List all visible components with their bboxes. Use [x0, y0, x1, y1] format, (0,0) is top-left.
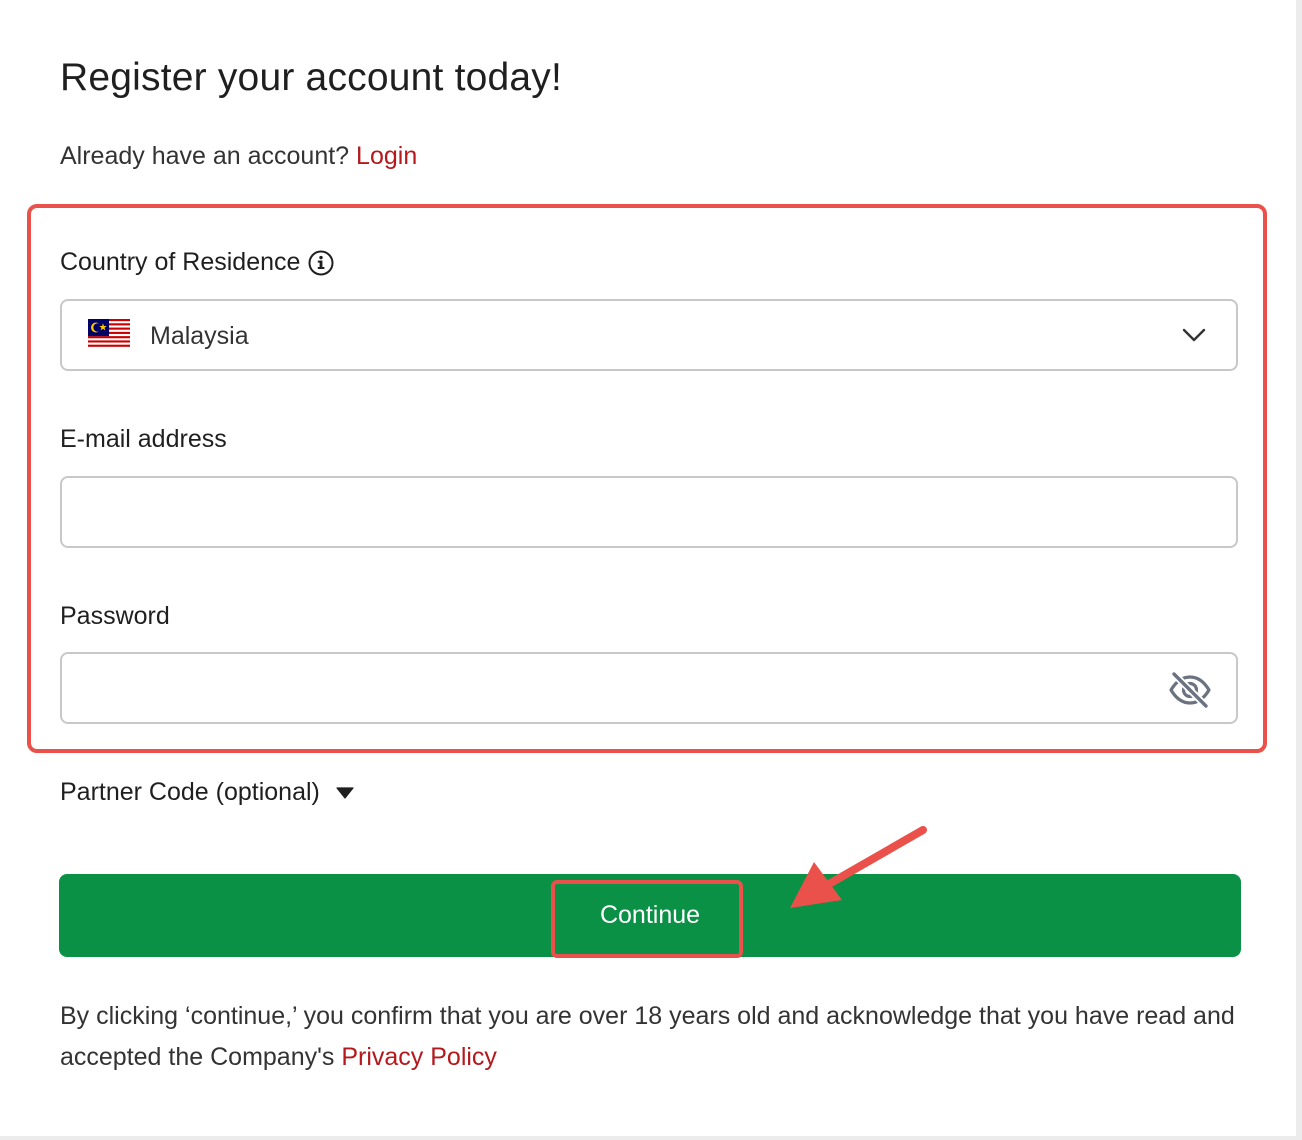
- registration-page: Register your account today! Already hav…: [0, 0, 1296, 1136]
- page-title: Register your account today!: [60, 56, 563, 99]
- disclaimer-text: By clicking ‘continue,’ you confirm that…: [60, 1002, 1235, 1071]
- country-select[interactable]: Malaysia: [60, 299, 1238, 371]
- privacy-policy-link[interactable]: Privacy Policy: [341, 1043, 497, 1071]
- info-icon[interactable]: [308, 250, 334, 276]
- continue-button-label: Continue: [599, 901, 701, 929]
- country-label-text: Country of Residence: [60, 248, 301, 276]
- login-link[interactable]: Login: [356, 142, 417, 170]
- eye-slash-icon[interactable]: [1168, 670, 1212, 710]
- email-label: E-mail address: [60, 425, 227, 453]
- email-field[interactable]: [62, 478, 1236, 546]
- password-field[interactable]: [62, 654, 1236, 722]
- partner-code-label: Partner Code (optional): [60, 778, 320, 806]
- chevron-down-icon: [1182, 328, 1206, 342]
- password-label: Password: [60, 602, 170, 630]
- country-label: Country of Residence: [60, 248, 334, 277]
- email-field-container: [60, 476, 1238, 548]
- caret-down-icon: [336, 786, 354, 799]
- continue-button[interactable]: Continue: [59, 874, 1241, 957]
- partner-code-toggle[interactable]: Partner Code (optional): [60, 778, 354, 807]
- country-value: Malaysia: [150, 322, 249, 350]
- password-field-container: [60, 652, 1238, 724]
- login-prompt-text: Already have an account?: [60, 142, 350, 170]
- disclaimer: By clicking ‘continue,’ you confirm that…: [60, 996, 1240, 1078]
- login-prompt: Already have an account? Login: [60, 142, 417, 171]
- malaysia-flag-icon: [88, 319, 130, 349]
